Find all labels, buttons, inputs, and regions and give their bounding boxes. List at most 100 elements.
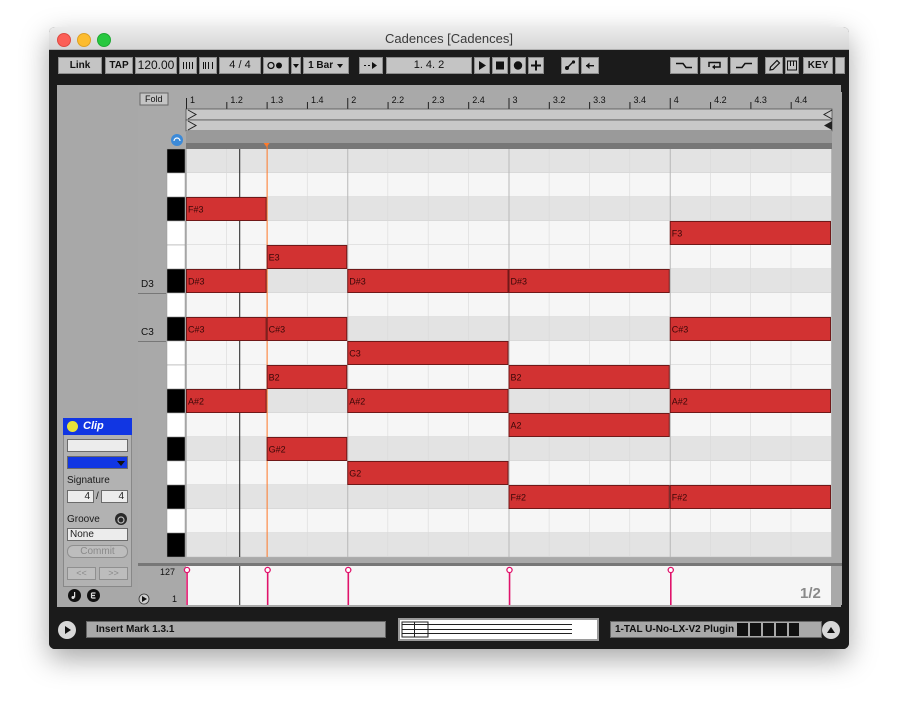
ruler-label: 2.3	[432, 95, 445, 105]
ruler-tick	[226, 102, 228, 109]
computer-midi-keyboard-icon[interactable]	[785, 57, 799, 74]
velocity-handle[interactable]	[506, 566, 513, 574]
key-map-button[interactable]: KEY	[803, 57, 833, 74]
nudge-up-icon[interactable]	[199, 57, 217, 74]
clip-activator-icon[interactable]	[67, 421, 78, 432]
clip-color-field[interactable]	[67, 456, 128, 469]
piano-key[interactable]	[166, 244, 186, 270]
midi-note[interactable]	[347, 269, 509, 293]
midi-note[interactable]	[669, 221, 831, 245]
time-signature-field[interactable]: 4 / 4	[219, 57, 261, 74]
loop-brace[interactable]	[185, 108, 833, 121]
arrangement-overview[interactable]	[398, 618, 599, 641]
follow-icon[interactable]	[359, 57, 383, 74]
song-position-field[interactable]: 1. 4. 2	[386, 57, 472, 74]
velocity-handle[interactable]	[344, 566, 352, 574]
clip-view-icon[interactable]	[68, 589, 81, 602]
ruler-tick	[347, 98, 349, 109]
clip-prev-button[interactable]: <<	[67, 567, 96, 580]
piano-key[interactable]	[166, 532, 186, 558]
pencil-icon[interactable]	[765, 57, 783, 74]
show-detail-view-icon[interactable]	[822, 621, 840, 639]
velocity-handle[interactable]	[667, 566, 675, 574]
sig-den: 4	[244, 59, 251, 71]
punch-out-icon[interactable]	[730, 57, 758, 74]
midi-note-label: D#3	[188, 277, 205, 287]
piano-key[interactable]	[166, 316, 186, 342]
piano-key[interactable]	[166, 364, 186, 390]
midi-note[interactable]	[347, 341, 509, 365]
status-bar: Insert Mark 1.3.1 1-TAL U-No-LX-V2 Plugi…	[49, 611, 849, 649]
midi-note[interactable]	[347, 389, 509, 413]
draw-mode-icon[interactable]	[670, 57, 698, 74]
ruler-tick	[306, 102, 308, 109]
metronome-icon[interactable]	[263, 57, 289, 74]
scrub-area[interactable]	[186, 131, 832, 143]
tempo-field[interactable]: 120.00	[135, 57, 177, 74]
piano-key[interactable]	[166, 484, 186, 510]
velocity-stem[interactable]	[347, 571, 350, 605]
midi-note[interactable]	[508, 365, 670, 389]
piano-key[interactable]	[166, 412, 186, 438]
groove-select[interactable]: None	[67, 528, 128, 541]
clip-panel-header[interactable]: Clip	[63, 418, 132, 435]
piano-key[interactable]	[166, 340, 186, 366]
midi-note[interactable]	[508, 413, 670, 437]
start-end-brace[interactable]	[185, 119, 833, 132]
piano-key[interactable]	[166, 508, 186, 534]
link-button[interactable]: Link	[58, 57, 102, 74]
velocity-stem[interactable]	[266, 571, 269, 605]
commit-button[interactable]: Commit	[67, 545, 128, 558]
fold-button-label: Fold	[145, 94, 163, 104]
stop-icon[interactable]	[492, 57, 508, 74]
midi-note-label: A#2	[188, 397, 204, 407]
piano-key[interactable]	[166, 220, 186, 246]
record-icon[interactable]	[510, 57, 526, 74]
back-to-arrangement-icon[interactable]	[581, 57, 599, 74]
grid-line	[306, 149, 308, 557]
quantization-select[interactable]: 1 Bar	[303, 57, 349, 74]
velocity-divider[interactable]	[138, 563, 842, 566]
velocity-stem[interactable]	[186, 571, 188, 605]
ruler-tick	[589, 102, 591, 109]
play-icon[interactable]	[474, 57, 490, 74]
octave-divider	[138, 293, 166, 294]
groove-hot-swap-icon[interactable]	[115, 513, 127, 525]
midi-note[interactable]	[508, 269, 670, 293]
overdub-icon[interactable]	[528, 57, 544, 74]
midi-note-editor[interactable]: 1 1.2 1.3 1.4 2 2.2 2.3 2.4 3 3.2 3.3 3.4 4 4.2 4.3 4.4…	[138, 92, 842, 605]
clip-next-button[interactable]: >>	[99, 567, 128, 580]
metronome-menu-icon[interactable]	[291, 57, 301, 74]
clip-panel-title: Clip	[83, 420, 104, 432]
piano-key[interactable]	[166, 268, 186, 294]
piano-key[interactable]	[166, 172, 186, 198]
piano-key[interactable]	[166, 148, 186, 174]
piano-key[interactable]	[166, 436, 186, 462]
envelope-view-icon[interactable]	[87, 589, 100, 602]
ruler-label: 2.4	[472, 95, 485, 105]
piano-key[interactable]	[166, 460, 186, 486]
midi-note[interactable]	[669, 485, 831, 509]
clip-name-field[interactable]	[67, 439, 128, 452]
loop-icon[interactable]	[700, 57, 728, 74]
midi-note[interactable]	[508, 485, 670, 509]
velocity-handle[interactable]	[264, 566, 271, 574]
piano-key[interactable]	[166, 388, 186, 414]
velocity-min-label: 1	[172, 594, 177, 604]
nudge-down-icon[interactable]	[179, 57, 197, 74]
velocity-stem[interactable]	[670, 571, 672, 605]
tap-tempo-button[interactable]: TAP	[105, 57, 133, 74]
midi-note[interactable]	[347, 461, 509, 485]
velocity-handle[interactable]	[183, 566, 191, 574]
piano-key[interactable]	[166, 196, 186, 222]
automation-arm-icon[interactable]	[561, 57, 579, 74]
show-info-view-icon[interactable]	[58, 621, 76, 639]
clip-signature-numerator[interactable]: 4	[67, 490, 94, 503]
velocity-stem[interactable]	[508, 571, 511, 605]
piano-key[interactable]	[166, 292, 186, 318]
preview-headphones-icon[interactable]	[171, 134, 183, 146]
piano-roll-canvas[interactable]: 1 1.2 1.3 1.4 2 2.2 2.3 2.4 3 3.2 3.3 3.4 4 4.2 4.3 4.4…	[138, 92, 842, 605]
clip-signature-denominator[interactable]: 4	[101, 490, 128, 503]
midi-note[interactable]	[669, 389, 831, 413]
midi-note[interactable]	[669, 317, 831, 341]
